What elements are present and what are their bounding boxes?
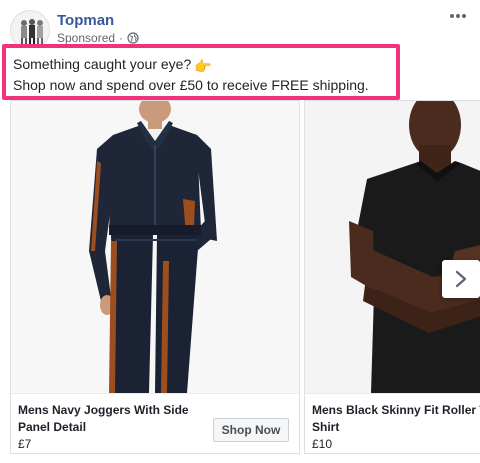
black-tshirt-model-photo (305, 101, 480, 393)
sponsored-post: Topman Sponsored · Something caught your… (0, 0, 480, 463)
caption-line-1: Something caught your eye? 👉 (13, 56, 212, 75)
product-info[interactable]: Mens Navy Joggers With Side Panel Detail… (11, 393, 299, 453)
product-price: £10 (312, 437, 333, 451)
shop-now-button[interactable]: Shop Now (213, 418, 289, 442)
page-name-link[interactable]: Topman (57, 12, 114, 29)
meta-separator: · (119, 31, 124, 45)
product-image[interactable] (305, 101, 480, 393)
more-options-button[interactable] (446, 6, 470, 26)
product-carousel: Mens Navy Joggers With Side Panel Detail… (0, 100, 480, 463)
caption-highlight: Something caught your eye? 👉 Shop now and… (2, 44, 400, 100)
product-title[interactable]: Mens Black Skinny Fit Roller T Shirt (312, 402, 480, 436)
product-price: £7 (18, 437, 32, 451)
carousel-next-button[interactable] (442, 260, 480, 298)
globe-icon[interactable] (127, 32, 139, 44)
sponsored-meta: Sponsored · (57, 31, 139, 45)
product-card[interactable]: Mens Navy Joggers With Side Panel Detail… (10, 100, 300, 454)
caption-text-1: Something caught your eye? (13, 56, 192, 72)
chevron-right-icon (455, 270, 467, 288)
product-title[interactable]: Mens Navy Joggers With Side Panel Detail (18, 402, 208, 436)
product-info[interactable]: Mens Black Skinny Fit Roller T Shirt £10 (305, 393, 480, 453)
sponsored-label[interactable]: Sponsored (57, 31, 115, 45)
pointing-hand-icon: 👉 (194, 58, 212, 74)
more-dots-icon (450, 14, 466, 18)
product-image[interactable] (11, 101, 299, 393)
navy-tracksuit-model-photo (11, 101, 299, 393)
caption-line-2: Shop now and spend over £50 to receive F… (13, 77, 369, 93)
